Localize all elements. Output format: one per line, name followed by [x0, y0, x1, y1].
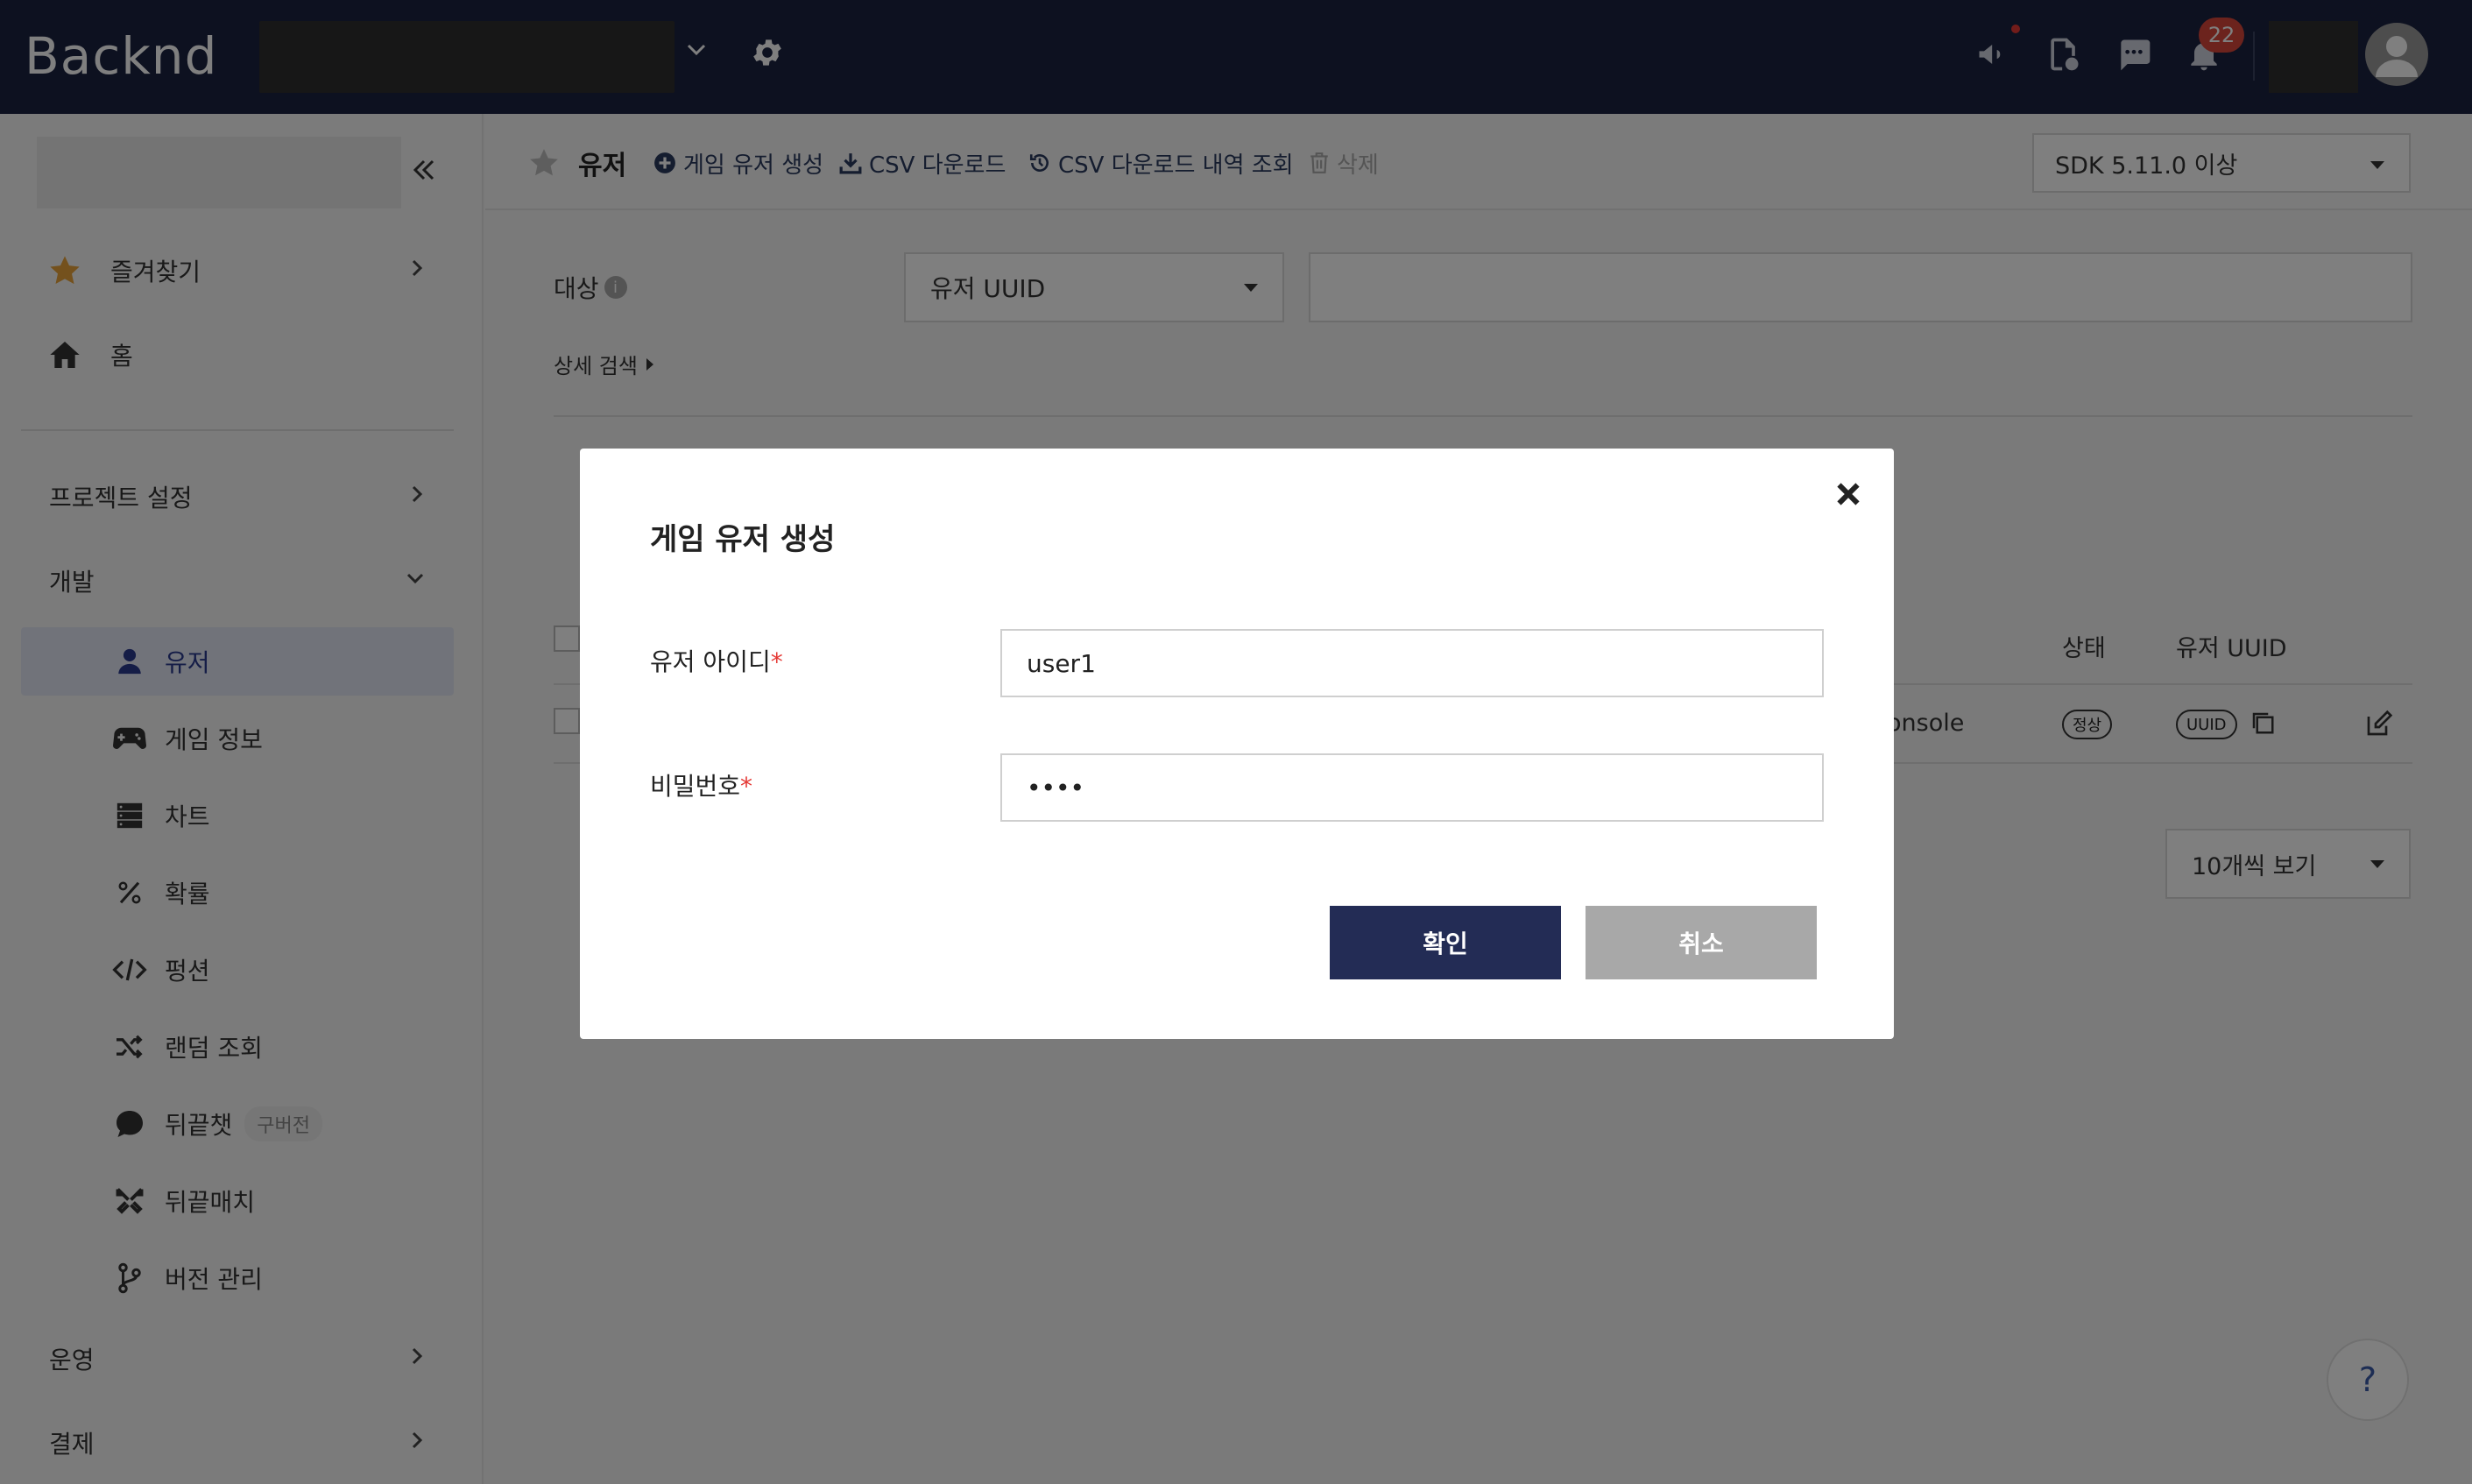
close-icon[interactable]: [1831, 478, 1866, 513]
password-input[interactable]: [1000, 753, 1824, 822]
password-label-text: 비밀번호: [650, 772, 741, 801]
cancel-button[interactable]: 취소: [1586, 906, 1817, 979]
confirm-button[interactable]: 확인: [1330, 906, 1561, 979]
create-user-modal: 게임 유저 생성 유저 아이디* 비밀번호* 확인 취소: [580, 449, 1894, 1039]
modal-title: 게임 유저 생성: [650, 522, 836, 557]
required-mark: *: [740, 772, 753, 801]
user-id-label: 유저 아이디*: [650, 643, 783, 678]
user-id-input[interactable]: [1000, 629, 1824, 697]
user-id-label-text: 유저 아이디: [650, 647, 771, 676]
required-mark: *: [770, 647, 783, 676]
password-label: 비밀번호*: [650, 767, 752, 802]
